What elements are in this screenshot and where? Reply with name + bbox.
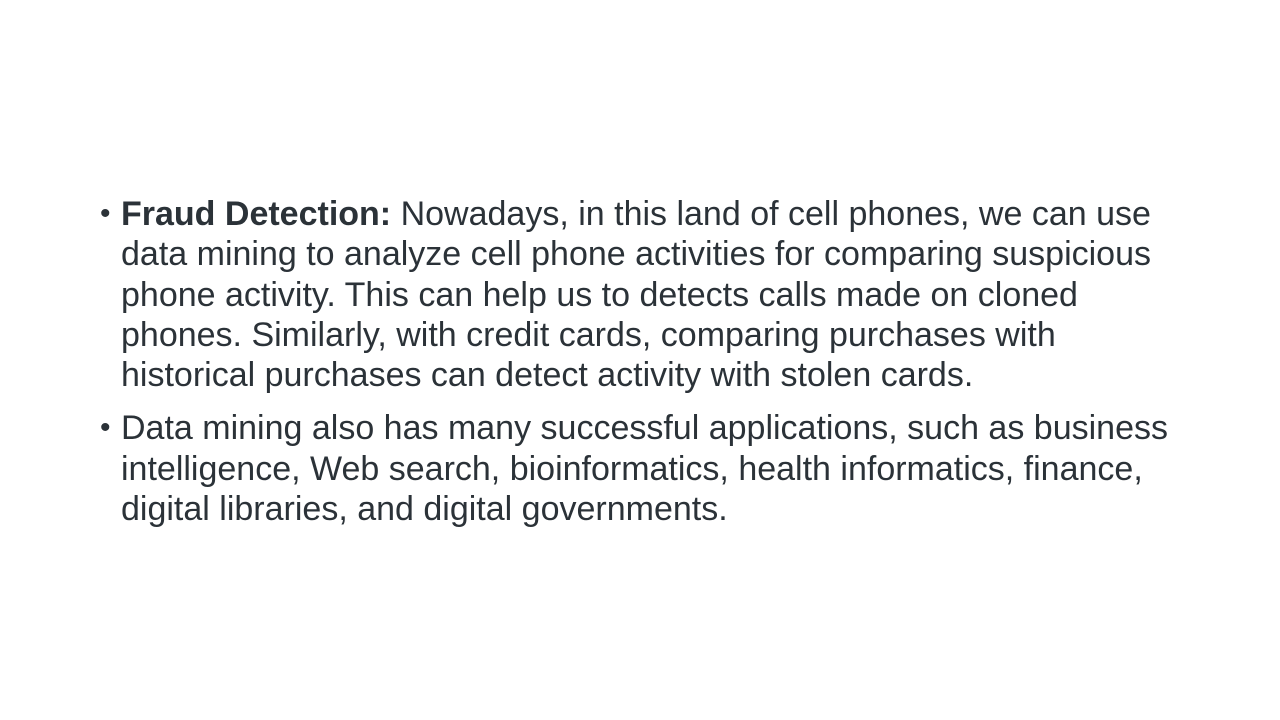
bullet-point-icon: •: [100, 197, 111, 230]
bullet-item-applications: • Data mining also has many successful a…: [100, 408, 1190, 529]
bullet-point-icon: •: [100, 411, 111, 445]
bullet-list: • Fraud Detection: Nowadays, in this lan…: [100, 194, 1190, 542]
bullet-item-fraud-detection: • Fraud Detection: Nowadays, in this lan…: [100, 194, 1190, 395]
slide: • Fraud Detection: Nowadays, in this lan…: [0, 0, 1280, 720]
bullet-heading: Fraud Detection:: [121, 195, 392, 233]
bullet-text: Data mining also has many successful app…: [121, 409, 1168, 529]
